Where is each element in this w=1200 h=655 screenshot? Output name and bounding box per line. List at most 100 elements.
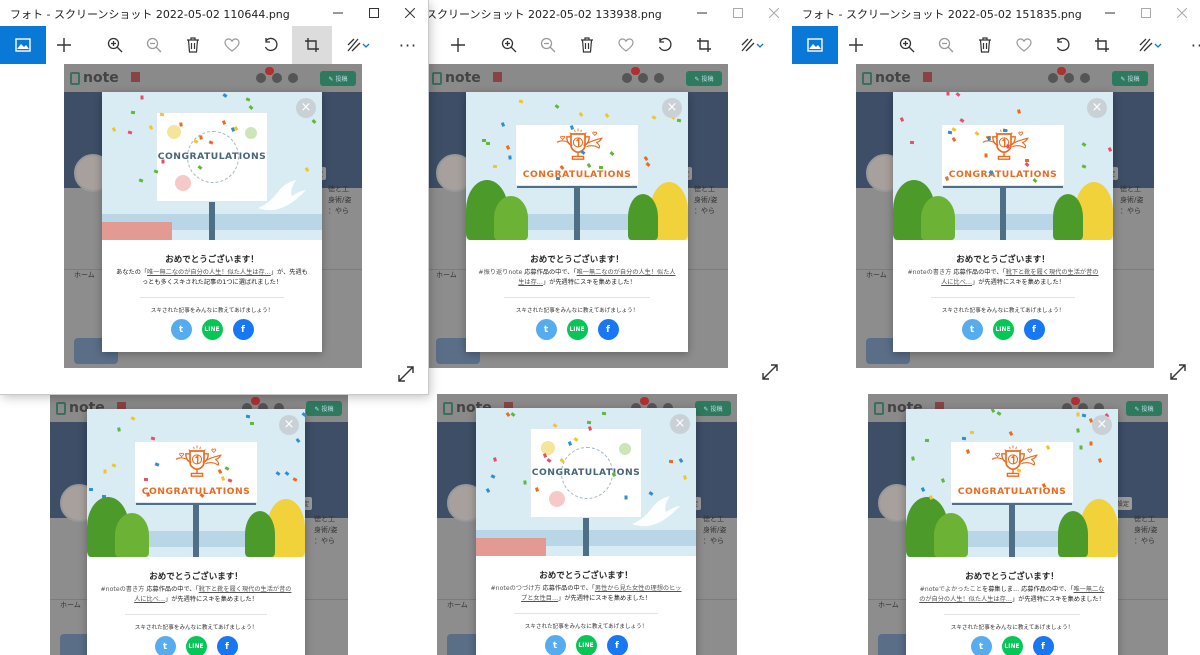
close-button[interactable] xyxy=(392,0,428,26)
close-dialog-button[interactable]: × xyxy=(670,414,690,434)
rotate-icon[interactable] xyxy=(253,30,289,60)
dove-icon xyxy=(248,178,308,218)
crop-icon[interactable] xyxy=(292,26,332,64)
hashtag-link[interactable]: #noteでよかったこと xyxy=(920,586,982,593)
line-share-button[interactable]: LINE xyxy=(566,319,588,340)
tab-home[interactable]: ホーム xyxy=(74,270,95,280)
minimize-button[interactable] xyxy=(320,0,356,26)
line-share-button[interactable]: LINE xyxy=(1001,636,1023,655)
zoom-out-icon[interactable] xyxy=(136,30,172,60)
tab-home[interactable]: ホーム xyxy=(866,270,887,280)
delete-icon[interactable] xyxy=(569,30,605,60)
twitter-share-button[interactable]: t xyxy=(154,636,176,655)
dialog-title: おめでとうございます！ xyxy=(149,572,243,582)
facebook-share-button[interactable]: f xyxy=(1032,636,1054,655)
tab-home[interactable]: ホーム xyxy=(447,600,468,610)
hashtag-link[interactable]: #noteの書き方 xyxy=(908,269,952,276)
rotate-icon[interactable] xyxy=(647,30,683,60)
line-share-button[interactable]: LINE xyxy=(575,635,597,655)
bell-icon[interactable] xyxy=(1064,73,1074,83)
zoom-out-icon[interactable] xyxy=(530,30,566,60)
avatar[interactable] xyxy=(654,73,664,83)
post-button[interactable]: ✎ 投稿 xyxy=(695,401,731,416)
maximize-button[interactable] xyxy=(356,0,392,26)
zoom-in-icon[interactable] xyxy=(97,30,133,60)
rotate-icon[interactable] xyxy=(1045,30,1081,60)
confetti-piece xyxy=(505,145,511,150)
photo-toolbar: ··· xyxy=(0,26,428,64)
hashtag-link[interactable]: #noteのつづけ方 xyxy=(491,585,541,592)
notification-badge xyxy=(631,67,640,75)
add-icon[interactable] xyxy=(838,30,874,60)
search-icon[interactable] xyxy=(1048,73,1058,83)
confetti-piece xyxy=(1081,164,1087,169)
avatar[interactable] xyxy=(288,73,298,83)
tab-home[interactable]: ホーム xyxy=(878,600,899,610)
post-button[interactable]: ✎ 投稿 xyxy=(306,401,342,416)
tab-home[interactable]: ホーム xyxy=(60,600,81,610)
crop-icon[interactable] xyxy=(686,30,722,60)
maximize-button[interactable] xyxy=(720,0,756,26)
favorite-icon[interactable] xyxy=(1006,30,1042,60)
line-share-button[interactable]: LINE xyxy=(992,319,1014,340)
close-button[interactable] xyxy=(756,0,792,26)
search-icon[interactable] xyxy=(256,73,266,83)
more-options-button[interactable]: ··· xyxy=(784,30,792,60)
close-dialog-button[interactable]: × xyxy=(662,98,682,118)
photo-viewer: note✎ 投稿設定徳と工 身術/姿 ：やらホームCONGRATULATIONS… xyxy=(802,392,1200,655)
edit-icon[interactable] xyxy=(340,30,376,60)
close-dialog-button[interactable]: × xyxy=(296,98,316,118)
image-info-icon[interactable] xyxy=(792,26,838,64)
expand-icon[interactable] xyxy=(398,366,414,386)
hashtag-link[interactable]: #振り返りnote xyxy=(478,269,522,276)
twitter-share-button[interactable]: t xyxy=(544,635,566,655)
minimize-button[interactable] xyxy=(684,0,720,26)
facebook-share-button[interactable]: f xyxy=(597,319,619,340)
add-icon[interactable] xyxy=(440,30,476,60)
post-button[interactable]: ✎ 投稿 xyxy=(1112,71,1148,86)
twitter-share-button[interactable]: t xyxy=(535,319,557,340)
edit-icon[interactable] xyxy=(734,30,770,60)
article-link[interactable]: 唯一無二なのが自分の人生！似た人生は存… xyxy=(147,269,271,276)
zoom-in-icon[interactable] xyxy=(889,30,925,60)
favorite-icon[interactable] xyxy=(214,30,250,60)
twitter-share-button[interactable]: t xyxy=(970,636,992,655)
facebook-share-button[interactable]: f xyxy=(606,635,628,655)
add-icon[interactable] xyxy=(46,30,82,60)
delete-icon[interactable] xyxy=(175,30,211,60)
facebook-share-button[interactable]: f xyxy=(1023,319,1045,340)
bell-icon[interactable] xyxy=(638,73,648,83)
zoom-in-icon[interactable] xyxy=(491,30,527,60)
facebook-share-button[interactable]: f xyxy=(232,319,254,340)
avatar[interactable] xyxy=(1080,73,1090,83)
confetti-piece xyxy=(143,477,149,482)
expand-icon[interactable] xyxy=(1170,364,1186,384)
post-button[interactable]: ✎ 投稿 xyxy=(1126,401,1162,416)
hashtag-link[interactable]: #noteの書き方 xyxy=(101,586,145,593)
line-share-button[interactable]: LINE xyxy=(201,319,223,340)
more-options-button[interactable]: ··· xyxy=(390,30,426,60)
image-info-icon[interactable] xyxy=(0,26,46,64)
favorite-icon[interactable] xyxy=(608,30,644,60)
zoom-out-icon[interactable] xyxy=(928,30,964,60)
close-dialog-button[interactable]: × xyxy=(1092,415,1112,435)
close-button[interactable] xyxy=(1164,0,1200,26)
twitter-share-button[interactable]: t xyxy=(170,319,192,340)
crop-icon[interactable] xyxy=(1084,30,1120,60)
delete-icon[interactable] xyxy=(967,30,1003,60)
close-dialog-button[interactable]: × xyxy=(1087,98,1107,118)
more-options-button[interactable]: ··· xyxy=(1182,30,1200,60)
search-icon[interactable] xyxy=(622,73,632,83)
minimize-button[interactable] xyxy=(1092,0,1128,26)
twitter-share-button[interactable]: t xyxy=(961,319,983,340)
close-dialog-button[interactable]: × xyxy=(279,415,299,435)
maximize-button[interactable] xyxy=(1128,0,1164,26)
facebook-share-button[interactable]: f xyxy=(216,636,238,655)
line-share-button[interactable]: LINE xyxy=(185,636,207,655)
tab-home[interactable]: ホーム xyxy=(436,270,457,280)
expand-icon[interactable] xyxy=(762,364,778,384)
bell-icon[interactable] xyxy=(272,73,282,83)
post-button[interactable]: ✎ 投稿 xyxy=(686,71,722,86)
edit-icon[interactable] xyxy=(1132,30,1168,60)
post-button[interactable]: ✎ 投稿 xyxy=(320,71,356,86)
